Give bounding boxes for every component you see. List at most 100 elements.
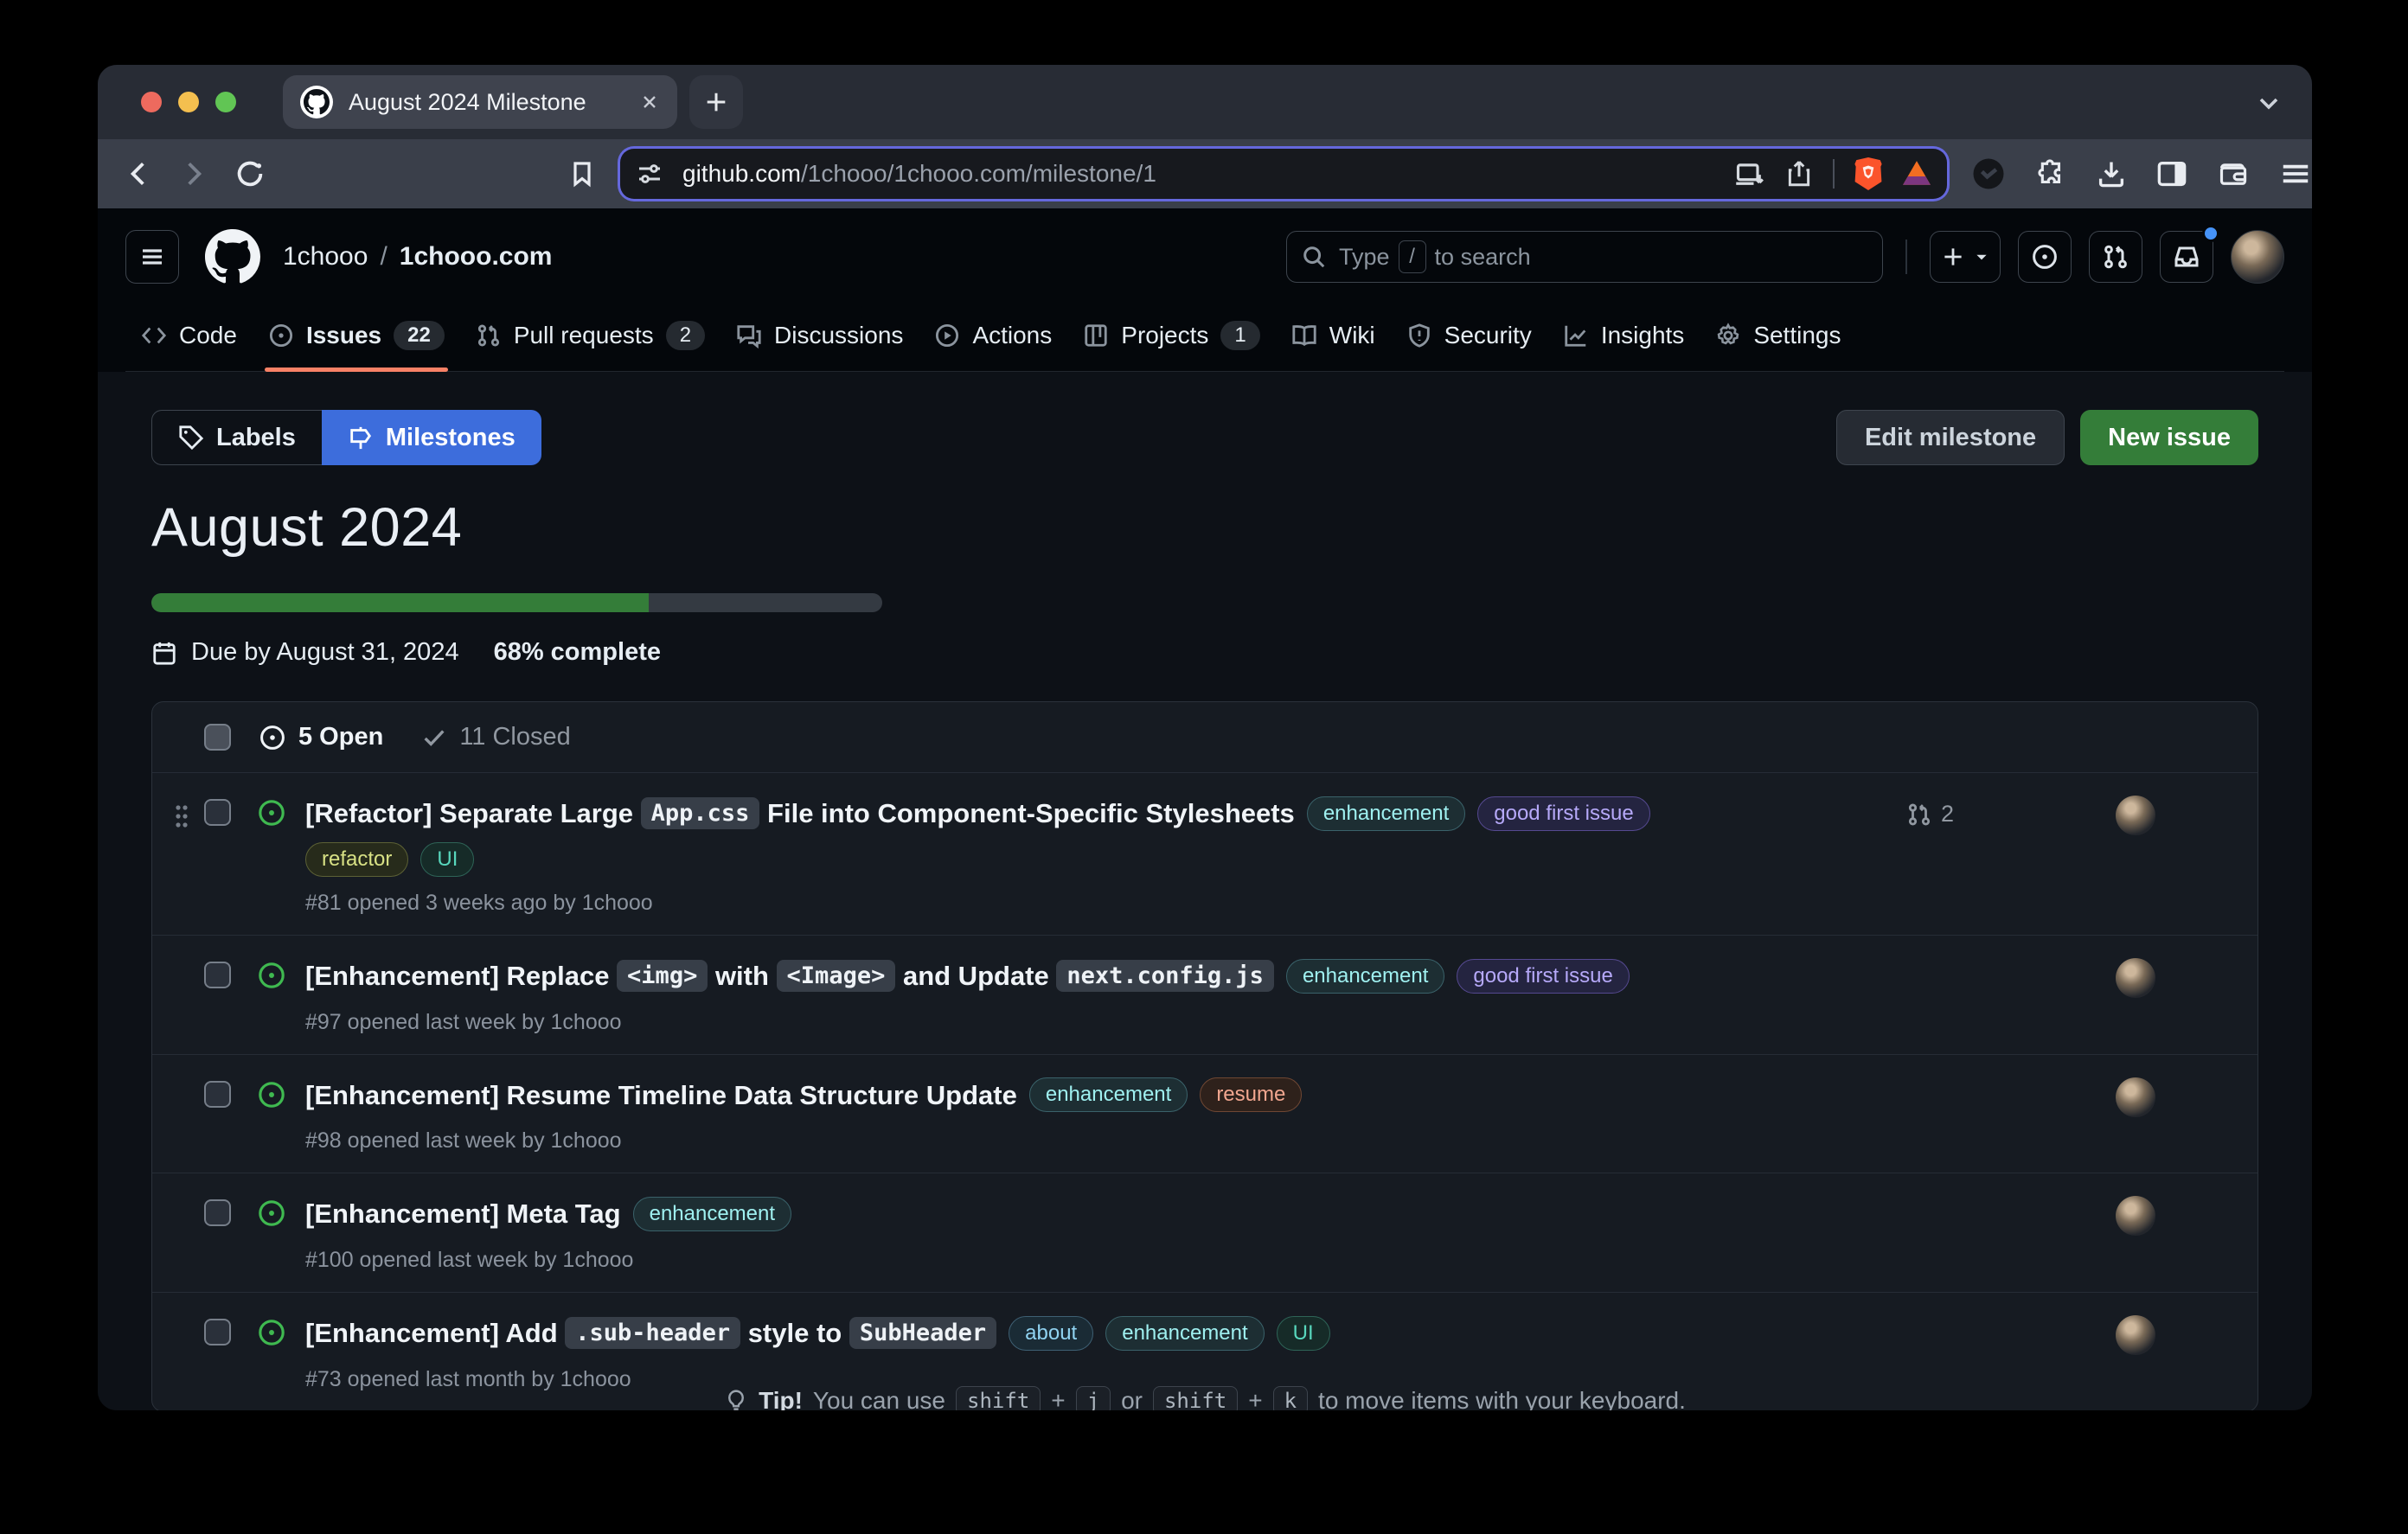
milestones-toggle-button[interactable]: Milestones xyxy=(322,410,541,465)
github-header: 1chooo / 1chooo.com Type / to search xyxy=(125,222,2284,291)
inline-code: SubHeader xyxy=(849,1317,996,1349)
search-placeholder: Type / to search xyxy=(1339,240,1531,273)
share-icon[interactable] xyxy=(1784,159,1814,189)
tab-wiki[interactable]: Wiki xyxy=(1276,304,1391,370)
back-icon[interactable] xyxy=(124,159,153,189)
issue-checkbox[interactable] xyxy=(204,1199,231,1226)
assignee-avatar[interactable] xyxy=(2116,1315,2155,1355)
linked-pr-count[interactable]: 2 xyxy=(1906,792,2036,828)
issues-dashboard-button[interactable] xyxy=(2018,231,2072,283)
url-path: /1chooo/1chooo.com/milestone/1 xyxy=(801,160,1156,187)
assignee-avatar[interactable] xyxy=(2116,796,2155,835)
pull-requests-dashboard-button[interactable] xyxy=(2089,231,2142,283)
bookmark-icon[interactable] xyxy=(568,160,596,188)
book-icon xyxy=(1291,323,1317,348)
new-issue-button[interactable]: New issue xyxy=(2080,410,2258,465)
extensions-puzzle-icon[interactable] xyxy=(2035,158,2066,189)
tab-settings[interactable]: Settings xyxy=(1700,304,1856,370)
search-input[interactable]: Type / to search xyxy=(1286,231,1883,283)
minimize-window-button[interactable] xyxy=(178,92,199,112)
breadcrumb: 1chooo / 1chooo.com xyxy=(283,242,552,272)
issue-checkbox[interactable] xyxy=(204,1081,231,1108)
issue-label[interactable]: enhancement xyxy=(1029,1077,1188,1112)
url-bar[interactable]: github.com/1chooo/1chooo.com/milestone/1 xyxy=(620,149,1947,199)
forward-icon[interactable] xyxy=(179,159,208,189)
issue-title-link[interactable]: [Enhancement] Replace <img> with <Image>… xyxy=(305,955,1906,996)
status-circle-icon[interactable] xyxy=(1971,157,2006,191)
inbox-button[interactable] xyxy=(2160,231,2213,283)
issue-checkbox[interactable] xyxy=(204,962,231,988)
issue-label[interactable]: UI xyxy=(1277,1316,1330,1351)
avatar[interactable] xyxy=(2231,230,2284,284)
open-issue-icon xyxy=(257,1198,286,1228)
select-all-checkbox[interactable] xyxy=(204,724,231,751)
assignee-avatar[interactable] xyxy=(2116,1077,2155,1117)
create-new-button[interactable] xyxy=(1930,231,2001,283)
browser-menu-icon[interactable] xyxy=(2279,157,2312,190)
issue-label[interactable]: enhancement xyxy=(633,1197,791,1231)
tab-search-chevron-icon[interactable] xyxy=(2255,89,2283,117)
new-tab-button[interactable] xyxy=(689,75,743,129)
assignee-avatar[interactable] xyxy=(2116,958,2155,998)
issue-opened-icon xyxy=(268,323,294,348)
issue-label[interactable]: enhancement xyxy=(1286,959,1444,994)
downloads-icon[interactable] xyxy=(2096,158,2127,189)
repo-nav: Code Issues 22 Pull requests 2 Discussio… xyxy=(125,304,2284,372)
tab-actions[interactable]: Actions xyxy=(919,304,1067,370)
milestone-icon xyxy=(348,425,374,451)
issue-row: [Enhancement] Resume Timeline Data Struc… xyxy=(152,1054,2258,1173)
issue-label[interactable]: resume xyxy=(1200,1077,1302,1112)
tab-discussions[interactable]: Discussions xyxy=(720,304,919,370)
breadcrumb-owner-link[interactable]: 1chooo xyxy=(283,242,368,272)
tab-pull-requests[interactable]: Pull requests 2 xyxy=(460,304,720,371)
wallet-icon[interactable] xyxy=(2217,158,2250,189)
lightbulb-icon xyxy=(724,1388,748,1410)
open-issue-icon xyxy=(257,961,286,990)
tab-security[interactable]: Security xyxy=(1391,304,1547,370)
brave-shield-icon[interactable] xyxy=(1854,157,1883,190)
issue-title-link[interactable]: [Refactor] Separate Large App.css File i… xyxy=(305,792,1906,834)
issue-meta: #98 opened last week by 1chooo xyxy=(305,1128,1906,1154)
breadcrumb-repo-link[interactable]: 1chooo.com xyxy=(400,242,553,272)
reload-icon[interactable] xyxy=(234,158,266,189)
labels-toggle-button[interactable]: Labels xyxy=(151,410,322,465)
issue-label[interactable]: good first issue xyxy=(1457,959,1629,994)
notification-dot xyxy=(2202,225,2219,242)
save-to-device-icon[interactable] xyxy=(1734,158,1765,189)
github-logo-icon[interactable] xyxy=(205,229,260,284)
github-page: 1chooo / 1chooo.com Type / to search xyxy=(98,208,2312,1410)
closed-filter[interactable]: 11 Closed xyxy=(459,723,570,751)
tab-close-icon[interactable] xyxy=(639,92,660,112)
issues-count-badge: 22 xyxy=(394,321,445,350)
issue-label[interactable]: enhancement xyxy=(1307,796,1465,831)
open-filter[interactable]: 5 Open xyxy=(298,723,383,751)
issue-label[interactable]: refactor xyxy=(305,842,408,877)
tab-code[interactable]: Code xyxy=(125,304,253,370)
site-settings-icon[interactable] xyxy=(636,160,663,188)
tab-issues[interactable]: Issues 22 xyxy=(253,304,460,371)
issue-title-link[interactable]: [Enhancement] Add .sub-header style to S… xyxy=(305,1312,1906,1353)
edit-milestone-button[interactable]: Edit milestone xyxy=(1836,410,2065,465)
issue-label[interactable]: enhancement xyxy=(1105,1316,1264,1351)
browser-tab[interactable]: August 2024 Milestone xyxy=(283,75,677,129)
drag-handle-icon[interactable] xyxy=(159,792,204,830)
global-menu-button[interactable] xyxy=(125,230,179,284)
issue-title-link[interactable]: [Enhancement] Resume Timeline Data Struc… xyxy=(305,1074,1906,1115)
tab-insights[interactable]: Insights xyxy=(1547,304,1700,370)
issue-label[interactable]: UI xyxy=(420,842,474,877)
brave-rewards-icon[interactable] xyxy=(1902,160,1931,188)
browser-window: August 2024 Milestone git xyxy=(98,65,2312,1410)
slash-key-icon: / xyxy=(1399,240,1426,273)
sidebar-icon[interactable] xyxy=(2156,158,2187,189)
tab-projects[interactable]: Projects 1 xyxy=(1067,304,1276,371)
issue-label[interactable]: good first issue xyxy=(1477,796,1649,831)
kbd-j: j xyxy=(1076,1386,1111,1410)
issue-label[interactable]: about xyxy=(1009,1316,1093,1351)
close-window-button[interactable] xyxy=(141,92,162,112)
assignee-avatar[interactable] xyxy=(2116,1196,2155,1236)
issue-title-link[interactable]: [Enhancement] Meta Tagenhancement xyxy=(305,1192,1906,1234)
issue-checkbox[interactable] xyxy=(204,1319,231,1345)
zoom-window-button[interactable] xyxy=(215,92,236,112)
inline-code: <img> xyxy=(617,960,708,992)
issue-checkbox[interactable] xyxy=(204,799,231,826)
